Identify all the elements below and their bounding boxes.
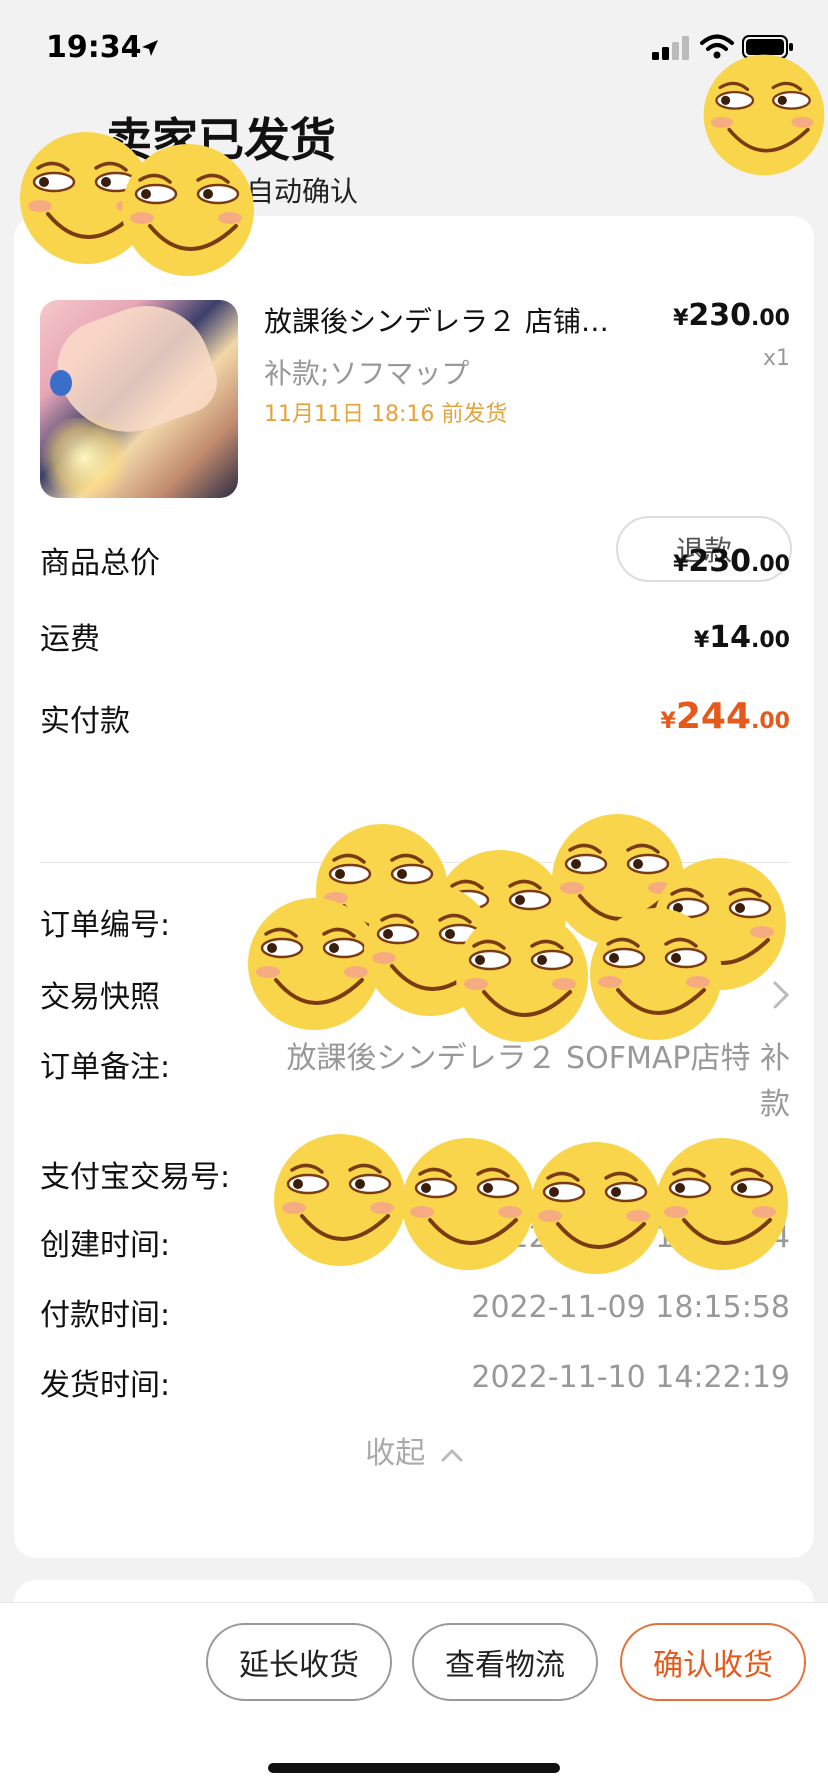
goods-total-amount: ¥230.00 bbox=[673, 544, 790, 579]
snapshot-label: 交易快照 bbox=[40, 980, 160, 1015]
shipping-row: 运费 ¥14.00 bbox=[40, 614, 790, 664]
extend-receipt-button[interactable]: 延长收货 bbox=[206, 1623, 392, 1701]
emoji-sticker bbox=[118, 140, 258, 280]
paid-int: 244 bbox=[675, 696, 752, 737]
confirm-receipt-button[interactable]: 确认收货 bbox=[620, 1623, 806, 1701]
shipping-amount: ¥14.00 bbox=[694, 620, 790, 655]
remark-value: 放課後シンデレラ２ SOFMAP店特 补款 bbox=[286, 1041, 790, 1122]
product-title[interactable]: 放課後シンデレラ２ 店铺… bbox=[264, 300, 664, 340]
goods-total-row: 商品总价 ¥230.00 bbox=[40, 538, 790, 588]
location-arrow-icon bbox=[142, 40, 158, 56]
paid-dec: .00 bbox=[751, 709, 790, 734]
paid-currency: ¥ bbox=[660, 709, 676, 734]
paid-row: 实付款 ¥244.00 bbox=[40, 696, 790, 746]
goods-total-int: 230 bbox=[688, 544, 752, 579]
alipay-label: 支付宝交易号: bbox=[40, 1160, 231, 1195]
emoji-sticker bbox=[652, 1134, 792, 1274]
paid-amount: ¥244.00 bbox=[661, 696, 790, 737]
product-price-currency: ¥ bbox=[673, 306, 689, 331]
goods-total-dec: .00 bbox=[751, 552, 790, 577]
emoji-sticker bbox=[526, 1138, 666, 1278]
collapse-label: 收起 bbox=[365, 1436, 426, 1471]
shipped-time-row: 发货时间: 2022-11-10 14:22:19 bbox=[40, 1360, 790, 1410]
emoji-sticker bbox=[700, 40, 828, 190]
created-time-label: 创建时间: bbox=[40, 1228, 171, 1263]
paid-label: 实付款 bbox=[40, 704, 130, 739]
shipped-time-value: 2022-11-10 14:22:19 bbox=[471, 1360, 790, 1395]
shipping-label: 运费 bbox=[40, 622, 100, 657]
paid-time-value: 2022-11-09 18:15:58 bbox=[471, 1290, 790, 1325]
shipping-currency: ¥ bbox=[693, 628, 710, 653]
shipping-dec: .00 bbox=[751, 628, 790, 653]
product-sku: 补款;ソフマップ bbox=[264, 357, 470, 390]
remark-label: 订单备注: bbox=[40, 1050, 171, 1085]
chevron-up-icon bbox=[441, 1448, 463, 1461]
product-image-art-eye bbox=[50, 370, 72, 396]
emoji-sticker bbox=[270, 1130, 410, 1270]
product-image-art-glow bbox=[40, 418, 130, 498]
product-price: ¥230.00 bbox=[673, 298, 790, 333]
product-price-int: 230 bbox=[688, 298, 752, 333]
goods-total-currency: ¥ bbox=[673, 552, 689, 577]
emoji-sticker bbox=[452, 906, 592, 1046]
shipping-int: 14 bbox=[709, 620, 752, 655]
order-number-label: 订单编号: bbox=[40, 908, 171, 943]
paid-time-row: 付款时间: 2022-11-09 18:15:58 bbox=[40, 1290, 790, 1340]
signal-icon bbox=[652, 36, 689, 60]
emoji-sticker bbox=[398, 1134, 538, 1274]
remark-row: 订单备注: 放課後シンデレラ２ SOFMAP店特 补款 bbox=[40, 1041, 790, 1142]
paid-time-label: 付款时间: bbox=[40, 1298, 171, 1333]
product-quantity: x1 bbox=[762, 346, 790, 371]
goods-total-label: 商品总价 bbox=[40, 546, 160, 581]
bottom-action-bar: 延长收货 查看物流 确认收货 bbox=[0, 1602, 828, 1792]
emoji-sticker bbox=[586, 904, 726, 1044]
collapse-toggle[interactable]: 收起 bbox=[14, 1428, 814, 1472]
home-indicator bbox=[268, 1763, 560, 1773]
shipped-time-label: 发货时间: bbox=[40, 1368, 171, 1403]
view-logistics-button[interactable]: 查看物流 bbox=[412, 1623, 598, 1701]
product-ship-deadline: 11月11日 18:16 前发货 bbox=[264, 402, 508, 427]
status-time: 19:34 bbox=[46, 30, 142, 65]
product-image[interactable] bbox=[40, 300, 238, 498]
product-price-dec: .00 bbox=[751, 306, 790, 331]
